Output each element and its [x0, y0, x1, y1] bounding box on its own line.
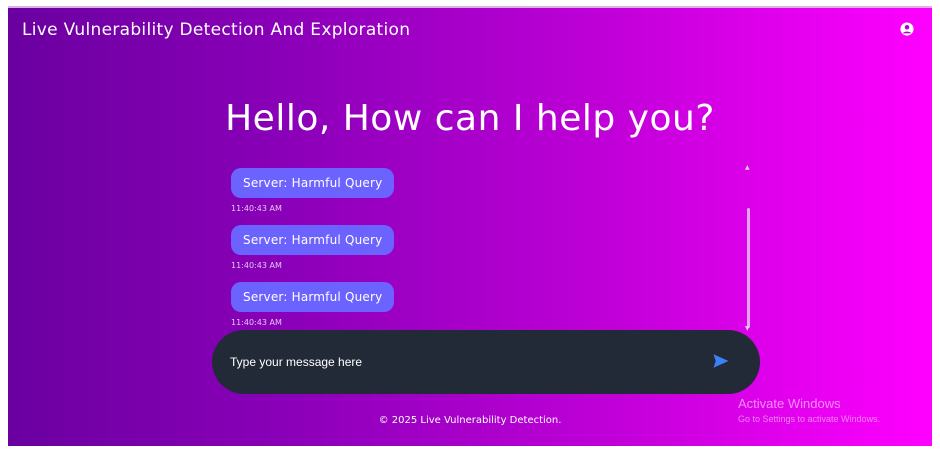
message-bubble: Server: Harmful Query — [231, 168, 395, 198]
activate-windows-subtitle: Go to Settings to activate Windows. — [738, 414, 881, 424]
message-timestamp: 11:40:43 AM — [231, 318, 282, 327]
message-timestamp: 11:40:43 AM — [231, 261, 282, 270]
send-icon[interactable] — [712, 352, 730, 370]
chat-message: Server: Harmful Query 11:40:43 AM — [231, 225, 395, 270]
chat-history[interactable]: Server: Harmful Query 11:40:43 AM Server… — [231, 164, 751, 332]
message-bubble: Server: Harmful Query — [231, 282, 395, 312]
scroll-up-arrow-icon[interactable]: ▲ — [745, 164, 750, 171]
chat-message: Server: Harmful Query 11:40:43 AM — [231, 282, 395, 327]
user-circle-icon[interactable] — [900, 22, 914, 36]
scroll-down-arrow-icon[interactable]: ▼ — [745, 325, 750, 332]
app-window: Live Vulnerability Detection And Explora… — [8, 6, 932, 446]
chat-message: Server: Harmful Query 11:40:43 AM — [231, 168, 395, 213]
message-timestamp: 11:40:43 AM — [231, 204, 282, 213]
top-border — [8, 6, 932, 8]
message-bubble: Server: Harmful Query — [231, 225, 395, 255]
activate-windows-title: Activate Windows — [738, 396, 841, 411]
chat-scrollbar[interactable] — [747, 208, 750, 328]
hero-heading: Hello, How can I help you? — [225, 98, 715, 139]
app-title: Live Vulnerability Detection And Explora… — [22, 20, 411, 40]
message-composer — [212, 330, 760, 394]
message-input[interactable] — [228, 350, 692, 374]
